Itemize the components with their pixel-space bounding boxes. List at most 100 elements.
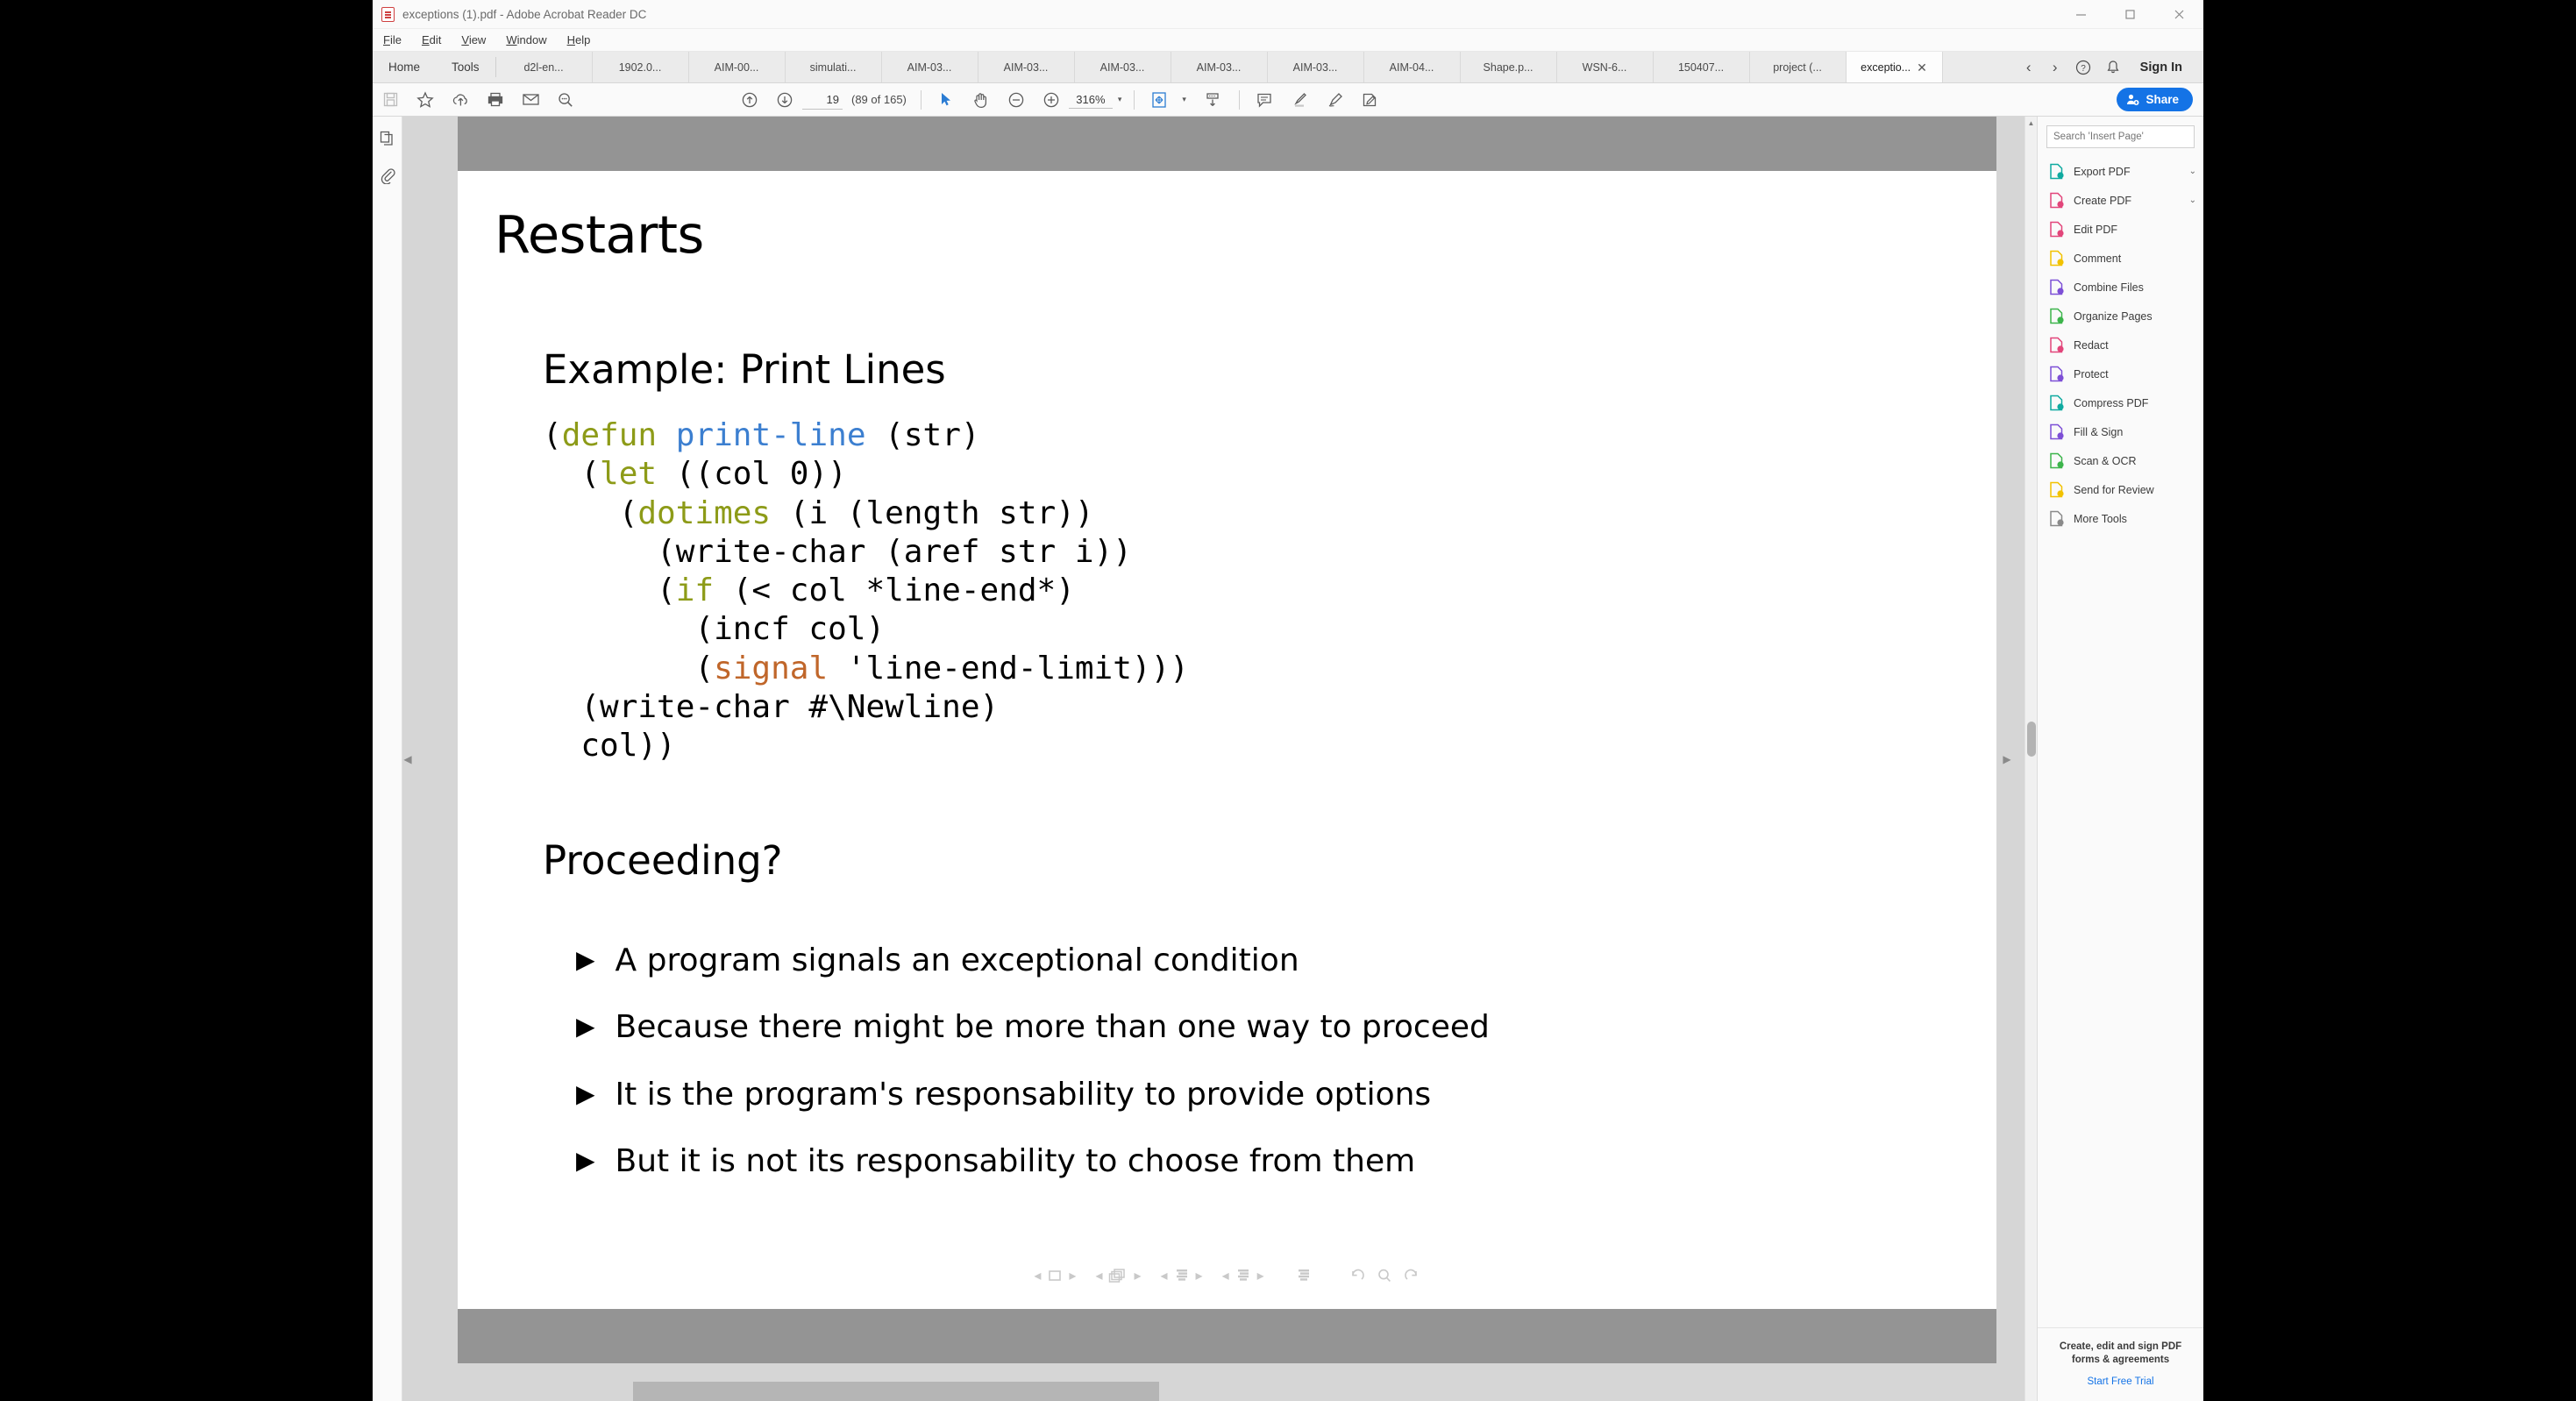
tool-item[interactable]: Edit PDF [2038, 215, 2203, 244]
frame-stack-icon[interactable] [1108, 1268, 1128, 1284]
minimize-button[interactable] [2056, 0, 2105, 29]
fit-width-icon[interactable] [1195, 83, 1230, 117]
zoom-out-icon[interactable] [999, 83, 1034, 117]
document-tab[interactable]: AIM-03... [1267, 52, 1364, 82]
menu-file[interactable]: File [381, 33, 412, 46]
zoom-dropdown-caret[interactable]: ▾ [1118, 95, 1122, 104]
menu-window[interactable]: Window [504, 33, 557, 46]
chevron-down-icon[interactable]: ⌄ [2189, 167, 2196, 176]
menu-edit[interactable]: Edit [420, 33, 452, 46]
menu-view[interactable]: View [459, 33, 496, 46]
zoom-level-value[interactable]: 316% [1068, 91, 1113, 109]
maximize-button[interactable] [2105, 0, 2154, 29]
document-tab-label: 1902.0... [618, 60, 662, 74]
highlight-icon[interactable] [1282, 83, 1317, 117]
tools-search-input[interactable] [2053, 132, 2188, 142]
print-icon[interactable] [478, 83, 513, 117]
slide-prev-arrow[interactable]: ◂ [1034, 1267, 1041, 1284]
email-icon[interactable] [513, 83, 548, 117]
document-tab[interactable]: WSN-6... [1556, 52, 1654, 82]
arrow-down-circle-icon[interactable] [767, 83, 802, 117]
slide-next-arrow[interactable]: ▸ [1069, 1267, 1076, 1284]
fit-dropdown-caret[interactable]: ▾ [1182, 95, 1186, 104]
document-tab[interactable]: AIM-03... [881, 52, 978, 82]
draw-icon[interactable] [1317, 83, 1352, 117]
left-pane-handle[interactable]: ◀ [402, 739, 413, 779]
tab-home[interactable]: Home [373, 52, 437, 82]
scroll-up-arrow[interactable]: ▲ [2025, 117, 2037, 129]
tool-item[interactable]: Combine Files [2038, 273, 2203, 302]
attachment-icon[interactable] [376, 164, 399, 187]
tool-item[interactable]: Redact [2038, 331, 2203, 359]
document-scrollbar[interactable]: ▲ [2025, 117, 2037, 1401]
bell-icon[interactable] [2100, 52, 2126, 83]
tool-item[interactable]: Compress PDF [2038, 388, 2203, 417]
tool-item[interactable]: Create PDF ⌄ [2038, 186, 2203, 215]
find-icon[interactable] [1377, 1268, 1392, 1284]
right-pane-handle[interactable]: ▶ [2002, 739, 2012, 779]
subsection-icon[interactable] [1174, 1268, 1190, 1284]
help-icon[interactable]: ? [2070, 52, 2096, 83]
comment-icon[interactable] [1247, 83, 1282, 117]
page-thumbnails-icon[interactable] [376, 127, 399, 150]
tool-item[interactable]: Protect [2038, 359, 2203, 388]
forward-arrow-icon[interactable] [1403, 1268, 1420, 1284]
zoom-in-icon[interactable] [1034, 83, 1069, 117]
tabs-prev-button[interactable]: ‹ [2017, 52, 2040, 83]
save-icon[interactable] [373, 83, 408, 117]
search-icon[interactable] [548, 83, 583, 117]
section-next-arrow[interactable]: ▸ [1257, 1267, 1264, 1284]
share-button[interactable]: Share [2117, 88, 2193, 111]
upload-cloud-icon[interactable] [443, 83, 478, 117]
document-tab[interactable]: AIM-04... [1363, 52, 1461, 82]
toc-icon[interactable] [1296, 1268, 1312, 1284]
tool-item-label: Send for Review [2074, 483, 2154, 496]
tool-item[interactable]: Fill & Sign [2038, 417, 2203, 446]
tool-item[interactable]: Organize Pages [2038, 302, 2203, 331]
document-tab[interactable]: AIM-03... [978, 52, 1075, 82]
subsection-next-arrow[interactable]: ▸ [1196, 1267, 1203, 1284]
scrollbar-thumb[interactable] [2027, 722, 2036, 757]
section-prev-arrow[interactable]: ◂ [1222, 1267, 1229, 1284]
tab-tools[interactable]: Tools [436, 52, 495, 82]
document-tab[interactable]: 1902.0... [592, 52, 689, 82]
document-tab[interactable]: Shape.p... [1460, 52, 1557, 82]
document-viewport[interactable]: ◀ Restarts Example: Print Lines (defun p… [402, 117, 2025, 1401]
subsection-prev-arrow[interactable]: ◂ [1161, 1267, 1168, 1284]
document-tab[interactable]: d2l-en... [495, 52, 593, 82]
tools-search-box[interactable] [2046, 125, 2195, 148]
fit-page-icon[interactable] [1142, 83, 1177, 117]
sign-in-button[interactable]: Sign In [2130, 60, 2195, 75]
pdf-page[interactable]: Restarts Example: Print Lines (defun pri… [458, 171, 1996, 1309]
chevron-down-icon[interactable]: ⌄ [2189, 196, 2196, 205]
back-arrow-icon[interactable] [1348, 1268, 1366, 1284]
frame-next-arrow[interactable]: ▸ [1134, 1267, 1141, 1284]
tool-item[interactable]: Scan & OCR [2038, 446, 2203, 475]
slide-icon[interactable] [1047, 1268, 1063, 1284]
tool-item[interactable]: Send for Review [2038, 475, 2203, 504]
menu-help[interactable]: Help [566, 33, 601, 46]
hand-icon[interactable] [964, 83, 999, 117]
document-tab[interactable]: project (... [1749, 52, 1847, 82]
start-free-trial-link[interactable]: Start Free Trial [2046, 1376, 2195, 1387]
frame-prev-arrow[interactable]: ◂ [1095, 1267, 1102, 1284]
document-tab[interactable]: 150407... [1653, 52, 1750, 82]
document-tab[interactable]: AIM-03... [1171, 52, 1268, 82]
arrow-up-circle-icon[interactable] [732, 83, 767, 117]
document-tab[interactable]: simulati... [785, 52, 882, 82]
tab-close-icon[interactable]: ✕ [1917, 61, 1927, 74]
tool-item[interactable]: Export PDF ⌄ [2038, 157, 2203, 186]
document-tab[interactable]: exceptio... ✕ [1846, 52, 1943, 82]
document-tabs: d2l-en... 1902.0... AIM-00... simulati... AI… [495, 52, 2017, 82]
tabs-next-button[interactable]: › [2044, 52, 2067, 83]
page-number-input[interactable] [802, 89, 843, 110]
document-tab[interactable]: AIM-03... [1074, 52, 1171, 82]
cursor-icon[interactable] [929, 83, 964, 117]
section-icon[interactable] [1235, 1268, 1251, 1284]
tool-item[interactable]: More Tools [2038, 504, 2203, 533]
star-icon[interactable] [408, 83, 443, 117]
document-tab[interactable]: AIM-00... [688, 52, 786, 82]
close-button[interactable] [2154, 0, 2203, 29]
tool-item[interactable]: Comment [2038, 244, 2203, 273]
fill-sign-icon[interactable] [1352, 83, 1387, 117]
